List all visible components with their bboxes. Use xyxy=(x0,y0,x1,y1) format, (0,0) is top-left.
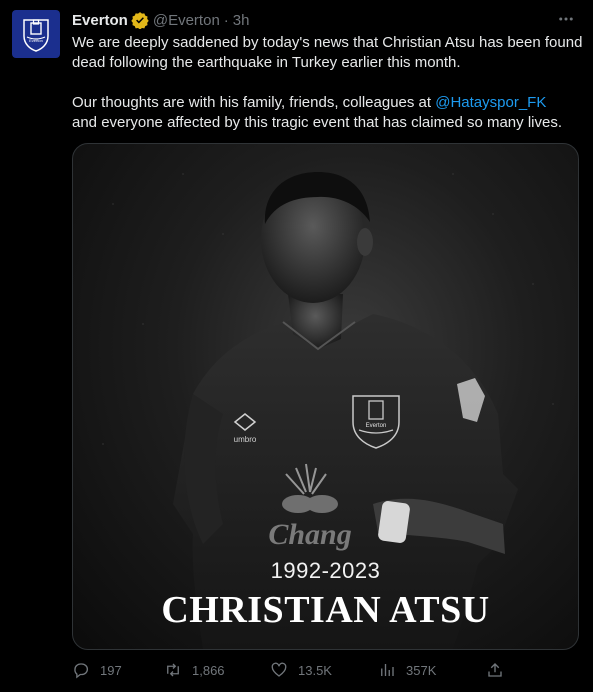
mention-link[interactable]: @Hatayspor_FK xyxy=(435,94,546,111)
reply-icon xyxy=(74,663,88,679)
reply-button[interactable]: 197 xyxy=(72,661,164,679)
sponsor-text: Chang xyxy=(268,518,351,551)
separator-dot: · xyxy=(223,11,229,29)
reply-count: 197 xyxy=(100,662,122,678)
tweet-text: We are deeply saddened by today's news t… xyxy=(72,33,584,133)
tweet-paragraph-1: We are deeply saddened by today's news t… xyxy=(72,34,583,71)
tweet-paragraph-2-end: and everyone affected by this tragic eve… xyxy=(72,114,562,131)
verified-badge-icon[interactable] xyxy=(131,11,149,30)
player-name-caption: CHRISTIAN ATSU xyxy=(161,589,490,631)
like-count: 13.5K xyxy=(298,662,332,678)
like-button[interactable]: 13.5K xyxy=(270,661,378,679)
tweet-header: Everton @Everton · 3h xyxy=(72,9,583,31)
tweet-actions: 197 1,866 13.5K 357K xyxy=(72,652,512,688)
author-name[interactable]: Everton xyxy=(72,12,128,29)
view-count: 357K xyxy=(406,662,437,678)
author-handle[interactable]: @Everton xyxy=(153,12,220,29)
more-options-icon[interactable] xyxy=(555,8,577,30)
avatar-text: Everton xyxy=(29,38,43,43)
heart-icon xyxy=(271,662,287,677)
tweet-paragraph-2-start: Our thoughts are with his family, friend… xyxy=(72,94,436,111)
avatar[interactable]: Everton xyxy=(12,10,60,58)
views-button[interactable]: 357K xyxy=(378,661,486,679)
everton-crest-icon: Everton xyxy=(23,19,49,52)
retweet-icon xyxy=(167,663,179,677)
tweet-paragraph-2: Our thoughts are with his family, friend… xyxy=(72,93,584,133)
views-chart-icon xyxy=(381,664,394,676)
kit-brand-text: umbro xyxy=(234,435,257,444)
years-caption: 1992-2023 xyxy=(270,558,381,583)
retweet-count: 1,866 xyxy=(192,662,225,678)
shirt-crest-text: Everton xyxy=(366,423,387,429)
tweet-image[interactable]: Everton umbro Chang 1992-2023 CHRISTIAN … xyxy=(72,143,579,650)
timestamp[interactable]: 3h xyxy=(233,12,250,29)
retweet-button[interactable]: 1,866 xyxy=(164,661,270,679)
share-icon xyxy=(488,663,502,677)
share-button[interactable] xyxy=(486,661,512,679)
tweet[interactable]: Everton Everton @Everton · 3h We are dee… xyxy=(0,0,593,692)
